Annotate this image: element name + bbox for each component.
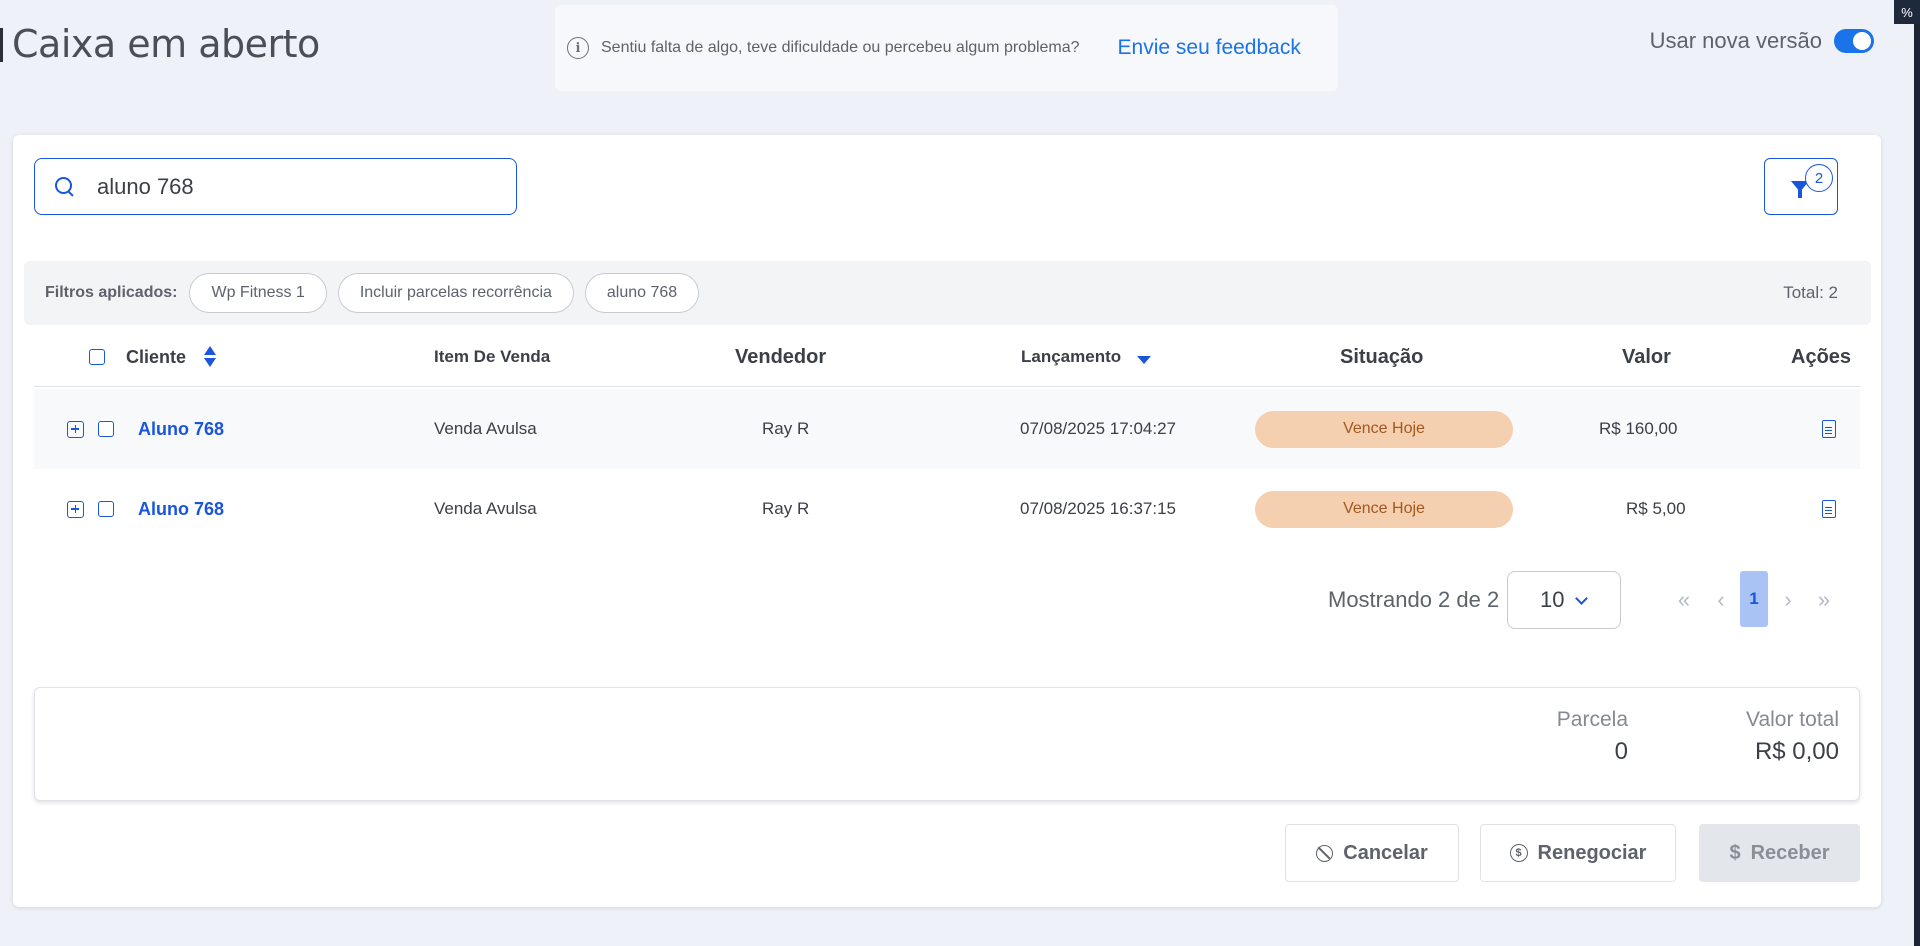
expand-cell <box>67 389 84 469</box>
renegotiate-button[interactable]: $ Renegociar <box>1480 824 1676 882</box>
page-left-accent <box>0 28 3 62</box>
valor-total-label: Valor total <box>1746 708 1839 731</box>
valor-total-value: R$ 0,00 <box>1754 738 1839 765</box>
client-link[interactable]: Aluno 768 <box>138 499 224 520</box>
renegotiate-icon: $ <box>1509 844 1528 862</box>
client-link[interactable]: Aluno 768 <box>138 419 224 440</box>
main-card: 2 Filtros aplicados: Wp Fitness 1 Inclui… <box>13 135 1881 907</box>
first-page-button[interactable]: « <box>1673 571 1695 629</box>
search-box <box>34 158 517 215</box>
row-checkbox[interactable] <box>98 501 114 517</box>
row-checkbox-cell <box>98 389 114 469</box>
sort-both-icon <box>204 346 217 368</box>
receive-label: Receber <box>1750 841 1830 864</box>
table-row: Aluno 768 Venda Avulsa Ray R 07/08/2025 … <box>34 469 1860 549</box>
sort-down-icon <box>1137 356 1152 364</box>
feedback-text: Sentiu falta de algo, teve dificuldade o… <box>601 39 1080 56</box>
column-label: Lançamento <box>1021 347 1122 366</box>
filter-count-badge: 2 <box>1805 164 1833 192</box>
date-cell: 07/08/2025 17:04:27 <box>1020 419 1176 438</box>
next-page-button[interactable]: › <box>1777 571 1799 629</box>
feedback-banner: i Sentiu falta de algo, teve dificuldade… <box>555 5 1338 91</box>
seller-cell: Ray R <box>762 419 810 438</box>
column-header-item: Item De Venda <box>434 347 551 366</box>
page-size-value: 10 <box>1540 587 1565 612</box>
corner-tag: % <box>1894 0 1920 24</box>
client-cell: Aluno 768 <box>138 469 224 549</box>
filter-chip[interactable]: Incluir parcelas recorrência <box>337 273 574 313</box>
feedback-link[interactable]: Envie seu feedback <box>1118 36 1301 60</box>
page-title: Caixa em aberto <box>12 22 320 66</box>
filter-chip[interactable]: Wp Fitness 1 <box>189 273 327 313</box>
info-icon: i <box>567 37 589 59</box>
column-header-cliente[interactable]: Cliente <box>126 327 217 387</box>
table-row: Aluno 768 Venda Avulsa Ray R 07/08/2025 … <box>34 389 1860 469</box>
dollar-icon: $ <box>1729 841 1741 864</box>
cancel-label: Cancelar <box>1343 841 1428 864</box>
actions-cell <box>1822 389 1836 469</box>
new-version-label: Usar nova versão <box>1649 28 1822 53</box>
value-cell: R$ 5,00 <box>1626 499 1686 518</box>
status-cell: Vence Hoje <box>1255 469 1513 549</box>
select-all-checkbox-cell <box>89 327 105 387</box>
value-cell: R$ 160,00 <box>1599 419 1678 438</box>
parcela-label: Parcela <box>1556 708 1628 731</box>
page-size-select[interactable]: 10 <box>1507 571 1621 629</box>
row-checkbox-cell <box>98 469 114 549</box>
column-header-lancamento[interactable]: Lançamento <box>1021 327 1152 387</box>
new-version-toggle[interactable] <box>1834 29 1874 53</box>
actions-cell <box>1822 469 1836 549</box>
date-cell: 07/08/2025 16:37:15 <box>1020 499 1176 518</box>
column-label: Cliente <box>126 346 187 367</box>
chevron-down-icon <box>1575 592 1588 605</box>
client-cell: Aluno 768 <box>138 389 224 469</box>
search-icon <box>55 176 75 197</box>
document-icon[interactable] <box>1822 500 1836 518</box>
expand-cell <box>67 469 84 549</box>
current-page-button[interactable]: 1 <box>1740 571 1768 627</box>
window-edge <box>1914 24 1920 946</box>
expand-icon[interactable] <box>67 500 84 518</box>
row-checkbox[interactable] <box>98 421 114 437</box>
applied-filters-bar: Filtros aplicados: Wp Fitness 1 Incluir … <box>24 261 1871 325</box>
seller-cell: Ray R <box>762 499 810 518</box>
status-badge: Vence Hoje <box>1255 490 1513 528</box>
toggle-knob <box>1853 32 1871 50</box>
parcela-value: 0 <box>1614 738 1628 765</box>
summary-box: Parcela 0 Valor total R$ 0,00 <box>34 687 1860 801</box>
total-count: Total: 2 <box>1783 283 1838 302</box>
expand-icon[interactable] <box>67 420 84 438</box>
applied-filters-label: Filtros aplicados: <box>45 284 178 301</box>
ban-icon <box>1316 844 1334 862</box>
last-page-button[interactable]: » <box>1813 571 1835 629</box>
renegotiate-label: Renegociar <box>1537 841 1647 864</box>
column-header-acoes: Ações <box>1791 345 1852 368</box>
item-cell: Venda Avulsa <box>434 419 537 438</box>
pagination-showing: Mostrando 2 de 2 <box>1328 587 1500 612</box>
column-header-vendedor: Vendedor <box>735 345 827 368</box>
select-all-checkbox[interactable] <box>89 349 105 365</box>
table-header: Cliente Item De Venda Vendedor Lançament… <box>34 327 1860 387</box>
filter-chip[interactable]: aluno 768 <box>584 273 700 313</box>
search-input[interactable] <box>97 173 477 200</box>
filter-button[interactable]: 2 <box>1764 158 1838 215</box>
summary-valor-total: Valor total R$ 0,00 <box>1746 708 1839 766</box>
new-version-toggle-group: Usar nova versão <box>1650 28 1874 54</box>
status-badge: Vence Hoje <box>1255 410 1513 448</box>
column-header-valor: Valor <box>1622 345 1671 368</box>
status-cell: Vence Hoje <box>1255 389 1513 469</box>
summary-parcela: Parcela 0 <box>1557 708 1628 766</box>
prev-page-button[interactable]: ‹ <box>1710 571 1732 629</box>
item-cell: Venda Avulsa <box>434 499 537 518</box>
document-icon[interactable] <box>1822 420 1836 438</box>
cancel-button[interactable]: Cancelar <box>1285 824 1459 882</box>
receive-button[interactable]: $ Receber <box>1699 824 1860 882</box>
column-header-situacao: Situação <box>1340 345 1424 368</box>
